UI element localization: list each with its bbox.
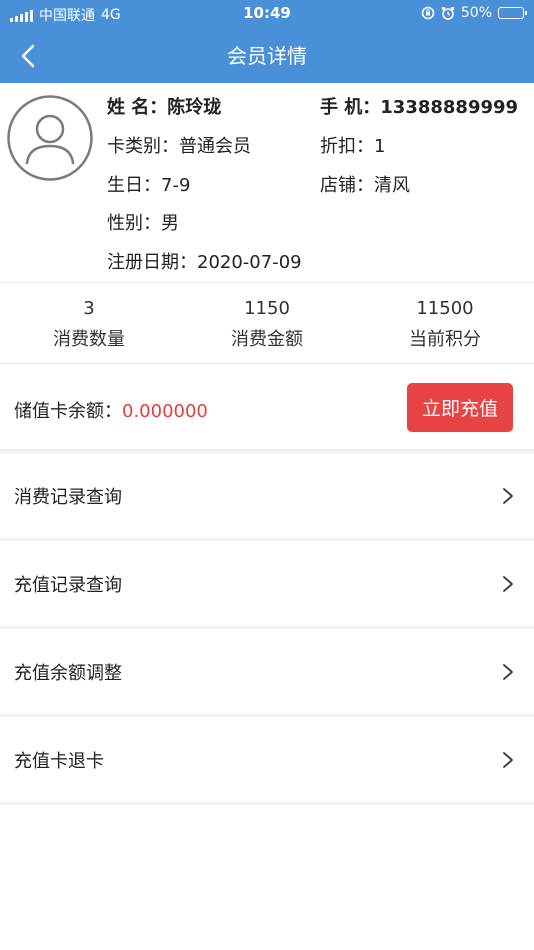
discount-value: 1 [374, 136, 386, 157]
chevron-right-icon [503, 488, 513, 504]
stat-value: 11500 [416, 298, 474, 319]
stat-label: 消费数量 [53, 329, 125, 350]
chevron-right-icon [503, 664, 513, 680]
page-title: 会员详情 [227, 44, 307, 68]
discount-label: 折扣： [320, 136, 374, 157]
menu-item-balance-adjust[interactable]: 充值余额调整 [0, 629, 534, 717]
birthday-label: 生日： [107, 175, 161, 196]
status-right: 50% [421, 5, 527, 21]
rotation-lock-icon [421, 6, 435, 20]
store-label: 店铺： [320, 175, 374, 196]
stat-value: 3 [83, 298, 95, 319]
stat-purchase-amount: 1150 消费金额 [178, 284, 356, 363]
battery-icon [498, 7, 527, 19]
menu-item-label: 消费记录查询 [14, 487, 122, 508]
stats-bar: 3 消费数量 1150 消费金额 11500 当前积分 [0, 284, 534, 364]
member-profile: 姓 名：陈玲珑 手 机：13388889999 卡类别：普通会员 折扣：1 生日… [0, 83, 534, 283]
card-type-row: 卡类别：普通会员 [107, 132, 251, 158]
action-menu: 消费记录查询 充值记录查询 充值余额调整 充值卡退卡 [0, 453, 534, 805]
gender-row: 性别：男 [107, 209, 179, 235]
menu-item-recharge-records[interactable]: 充值记录查询 [0, 541, 534, 629]
recharge-button[interactable]: 立即充值 [407, 383, 513, 432]
balance-value: 0.000000 [122, 401, 208, 422]
reg-date-label: 注册日期： [107, 252, 197, 273]
chevron-right-icon [503, 576, 513, 592]
store-value: 清风 [374, 175, 410, 196]
member-phone-row: 手 机：13388889999 [320, 93, 518, 119]
reg-date-value: 2020-07-09 [197, 252, 302, 273]
gender-label: 性别： [107, 213, 161, 234]
alarm-icon [441, 6, 454, 20]
card-type-label: 卡类别： [107, 136, 179, 157]
name-label: 姓 名： [107, 97, 168, 118]
balance-label: 储值卡余额： [14, 401, 122, 422]
birthday-value: 7-9 [161, 175, 191, 196]
menu-item-label: 充值记录查询 [14, 575, 122, 596]
stat-purchase-count: 3 消费数量 [0, 284, 178, 363]
menu-item-card-refund[interactable]: 充值卡退卡 [0, 717, 534, 805]
menu-item-purchase-records[interactable]: 消费记录查询 [0, 453, 534, 541]
reg-date-row: 注册日期：2020-07-09 [107, 248, 302, 274]
stored-value-balance: 储值卡余额：0.000000 立即充值 [0, 366, 534, 450]
discount-row: 折扣：1 [320, 132, 385, 158]
member-name: 陈玲珑 [167, 97, 222, 118]
stat-label: 当前积分 [409, 329, 481, 350]
phone-label: 手 机： [320, 97, 381, 118]
birthday-row: 生日：7-9 [107, 171, 190, 197]
status-bar: 中国联通 4G 10:49 50% [0, 0, 534, 30]
chevron-right-icon [503, 752, 513, 768]
member-phone: 13388889999 [380, 97, 519, 118]
avatar-icon [7, 95, 93, 181]
battery-percent: 50% [460, 5, 492, 21]
balance-row: 储值卡余额：0.000000 [14, 397, 208, 423]
menu-item-label: 充值余额调整 [14, 663, 122, 684]
stat-value: 1150 [244, 298, 290, 319]
app-header: 中国联通 4G 10:49 50% 会员详情 [0, 0, 534, 83]
store-row: 店铺：清风 [320, 171, 410, 197]
menu-item-label: 充值卡退卡 [14, 751, 104, 772]
member-name-row: 姓 名：陈玲珑 [107, 93, 221, 119]
stat-label: 消费金额 [231, 329, 303, 350]
card-type-value: 普通会员 [179, 136, 251, 157]
stat-points: 11500 当前积分 [356, 284, 534, 363]
gender-value: 男 [161, 213, 179, 234]
